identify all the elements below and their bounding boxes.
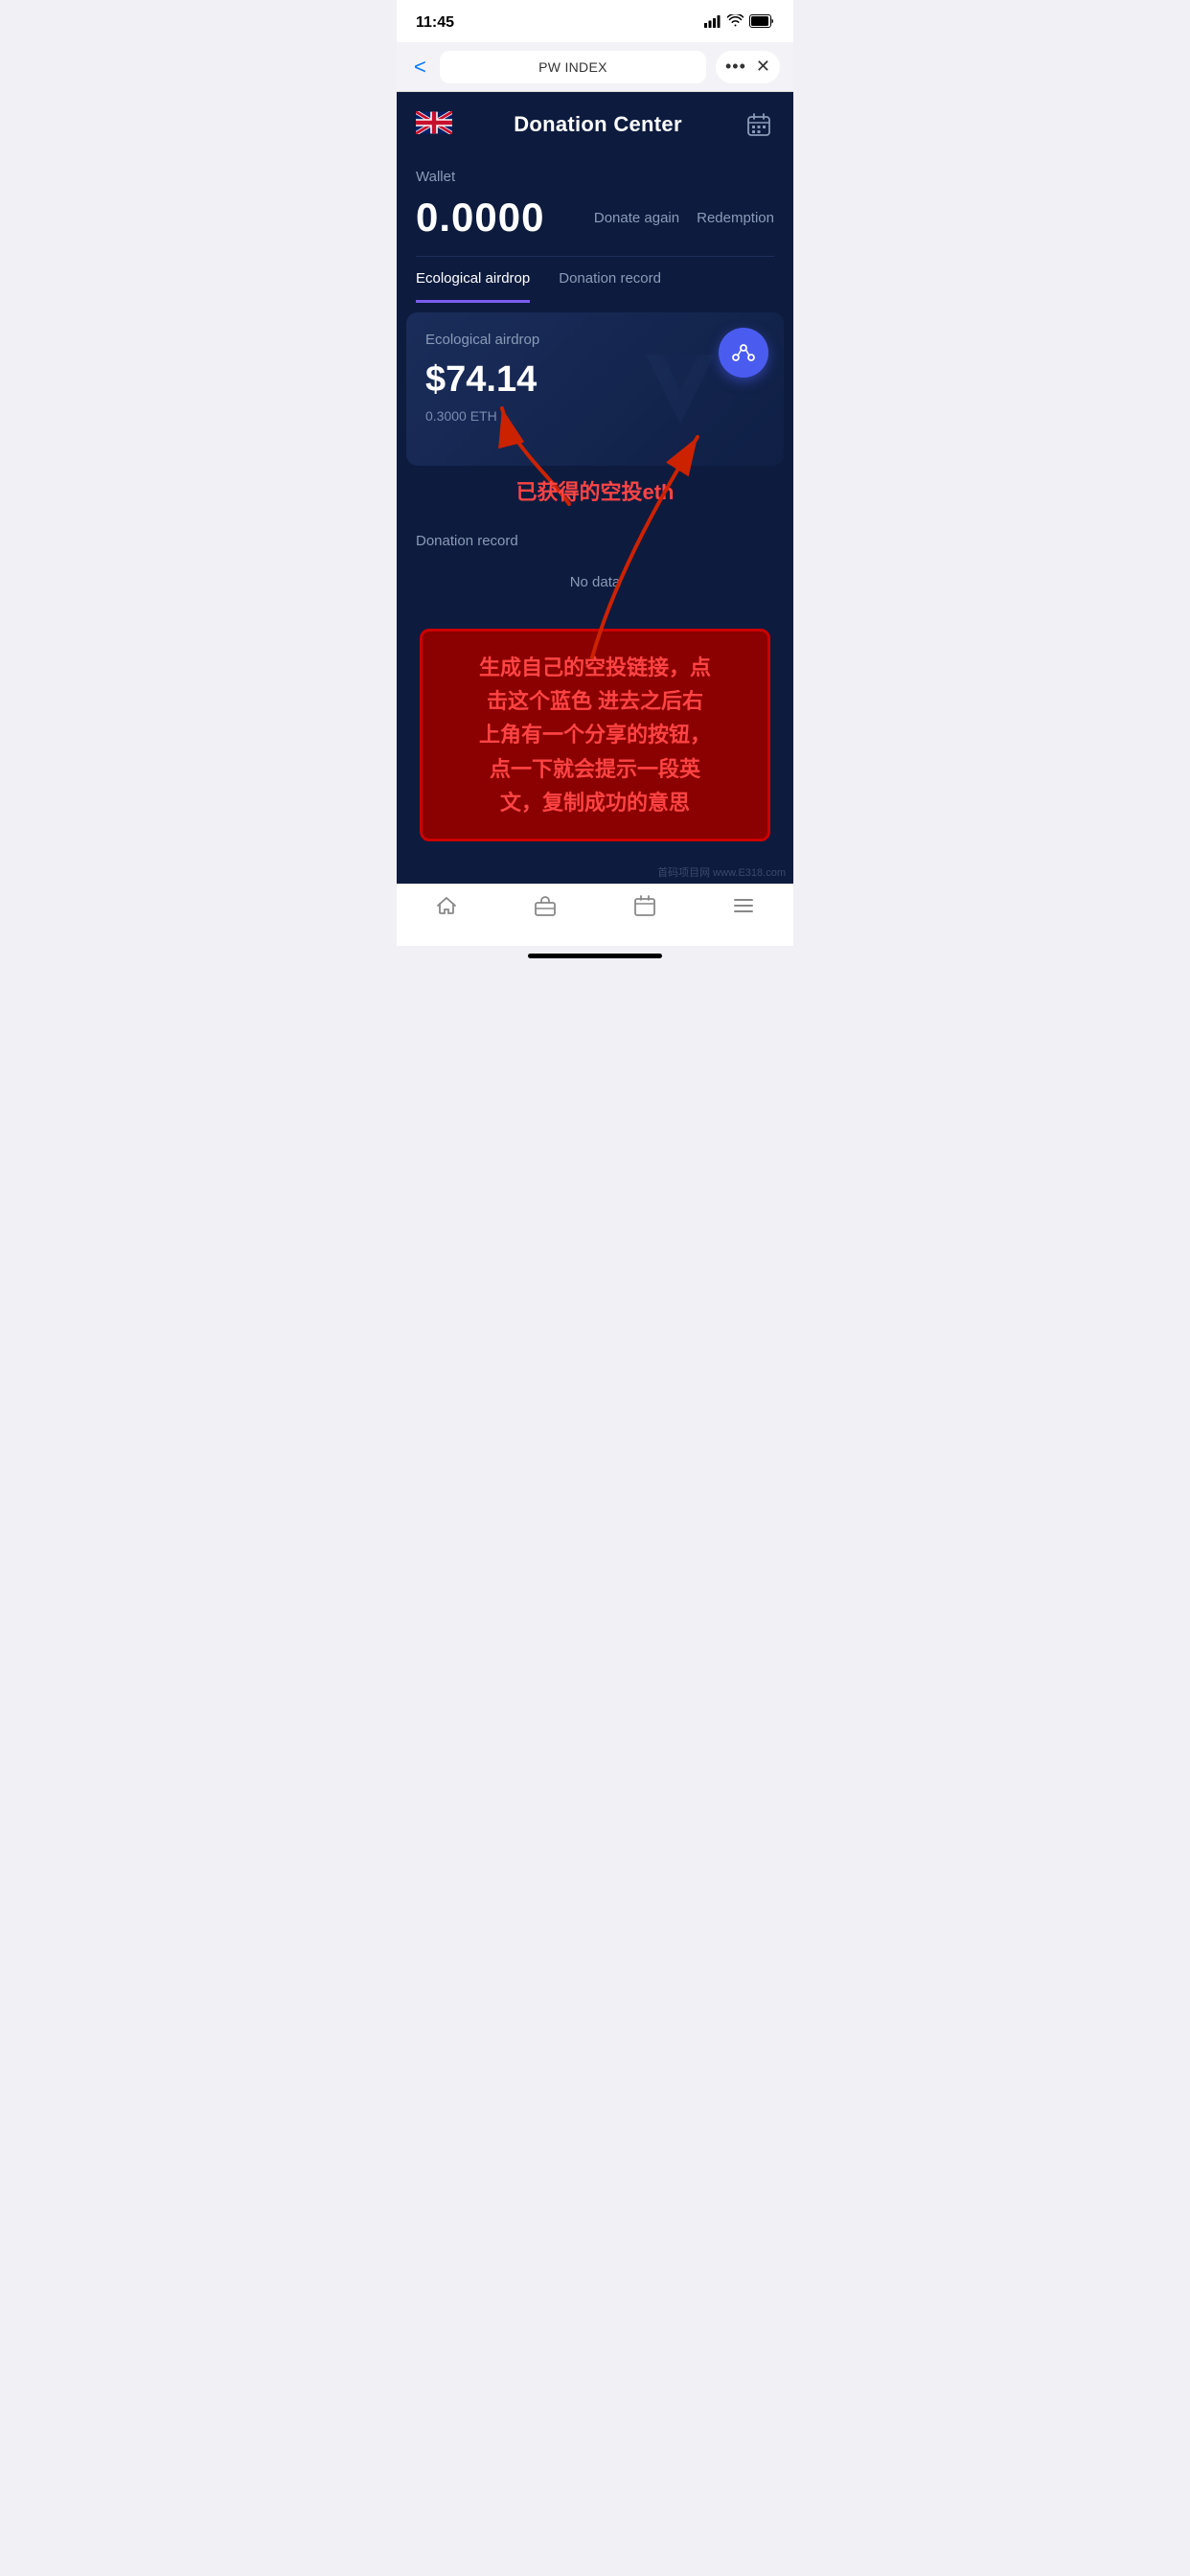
redemption-button[interactable]: Redemption (697, 210, 774, 226)
tab-donation-record[interactable]: Donation record (559, 257, 661, 303)
wifi-icon (727, 14, 744, 32)
airdrop-amount: $74.14 (425, 359, 765, 401)
airdrop-eth-amount: 0.3000 ETH (425, 408, 765, 424)
briefcase-icon (534, 894, 557, 923)
annotation-text: 生成自己的空投链接，点 击这个蓝色 进去之后右 上角有一个分享的按钮， 点一下就… (479, 656, 711, 815)
back-button[interactable]: < (410, 51, 430, 83)
page-title: Donation Center (514, 112, 682, 137)
watermark: 首码项目网 www.E318.com (397, 861, 793, 884)
battery-icon (749, 14, 774, 33)
home-icon (435, 894, 458, 923)
airdrop-card-wrapper: Ecological airdrop $74.14 0.3000 ETH (397, 303, 793, 466)
bottom-nav-menu[interactable] (695, 894, 794, 923)
donation-record-label: Donation record (416, 533, 774, 549)
calendar-icon[interactable] (744, 109, 774, 140)
airdrop-section: Ecological airdrop $74.14 0.3000 ETH 已获得 (397, 303, 793, 514)
share-button[interactable] (719, 328, 768, 378)
wallet-label: Wallet (416, 169, 774, 185)
home-indicator (528, 954, 662, 958)
wallet-row: 0.0000 Donate again Redemption (416, 195, 774, 241)
airdrop-card-label: Ecological airdrop (425, 332, 765, 348)
calendar-nav-icon (633, 894, 656, 923)
bottom-nav (397, 884, 793, 946)
wallet-section: Wallet 0.0000 Donate again Redemption (397, 153, 793, 257)
tab-ecological-airdrop[interactable]: Ecological airdrop (416, 257, 530, 303)
status-bar: 11:45 (397, 0, 793, 42)
signal-icon (704, 15, 721, 31)
browser-navbar: < PW INDEX ••• ✕ (397, 42, 793, 92)
nav-close-button[interactable]: ✕ (756, 57, 770, 77)
nav-title-bar: PW INDEX (440, 51, 706, 83)
red-annotation-box: 生成自己的空投链接，点 击这个蓝色 进去之后右 上角有一个分享的按钮， 点一下就… (420, 629, 770, 841)
status-time: 11:45 (416, 14, 454, 32)
nav-actions: ••• ✕ (716, 51, 780, 83)
status-icons (704, 14, 774, 33)
wallet-actions: Donate again Redemption (594, 210, 774, 226)
app-header: Donation Center (397, 92, 793, 153)
bottom-nav-portfolio[interactable] (496, 894, 596, 923)
donate-again-button[interactable]: Donate again (594, 210, 679, 226)
chinese-annotation-text: 已获得的空投eth (515, 475, 674, 506)
bottom-nav-calendar[interactable] (595, 894, 695, 923)
airdrop-card: Ecological airdrop $74.14 0.3000 ETH (406, 312, 784, 466)
nav-title: PW INDEX (538, 59, 607, 75)
no-data-text: No data (416, 564, 774, 610)
menu-icon (732, 894, 755, 923)
app-container: Donation Center Wallet 0.0000 Donate aga… (397, 92, 793, 884)
bottom-nav-home[interactable] (397, 894, 496, 923)
donation-record-section: Donation record No data (397, 514, 793, 619)
language-flag[interactable] (416, 111, 452, 139)
nav-more-button[interactable]: ••• (725, 57, 746, 77)
tabs-row: Ecological airdrop Donation record (397, 257, 793, 303)
wallet-amount: 0.0000 (416, 195, 544, 241)
